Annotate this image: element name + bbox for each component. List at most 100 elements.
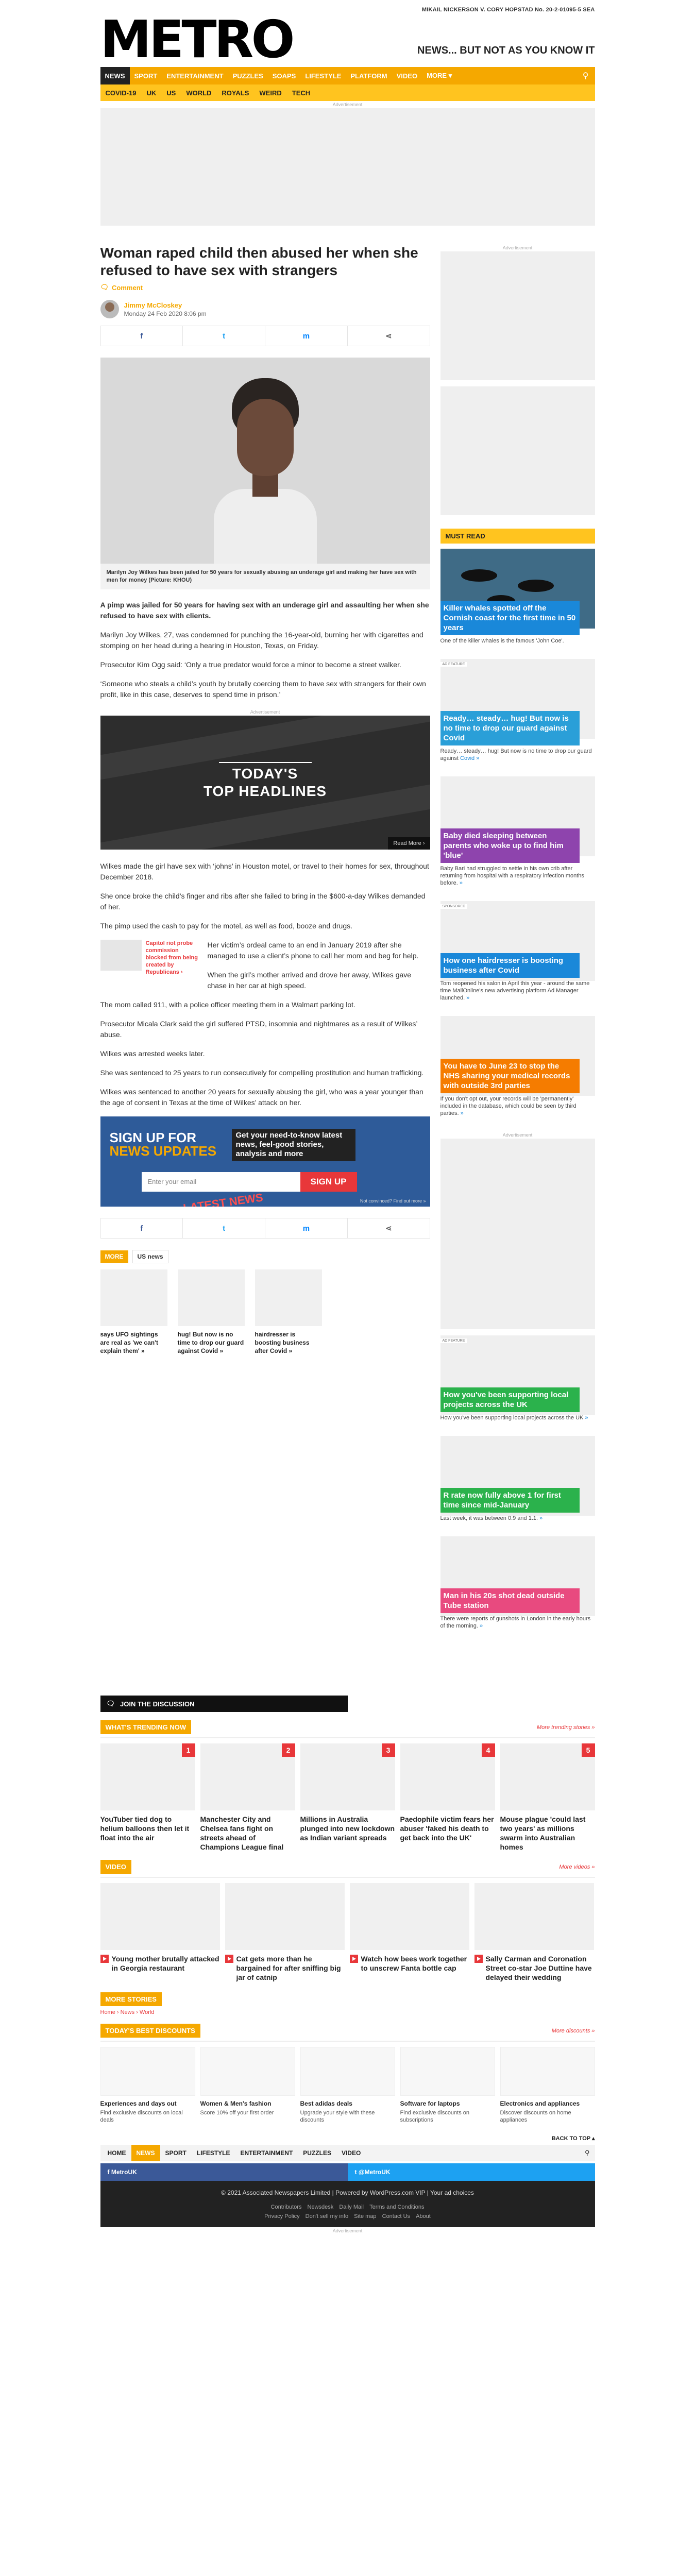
more-card[interactable]: hug! But now is no time to drop our guar…	[177, 1269, 245, 1355]
nav-uk[interactable]: UK	[141, 89, 161, 97]
sidebar-story-headline[interactable]: Killer whales spotted off the Cornish co…	[440, 601, 580, 635]
footer-nav-entertainment[interactable]: ENTERTAINMENT	[235, 2145, 298, 2161]
nav-royals[interactable]: ROYALS	[216, 89, 254, 97]
nav-tech[interactable]: TECH	[287, 89, 315, 97]
leaderboard-ad[interactable]	[100, 108, 595, 226]
footer-link[interactable]: Don't sell my info	[306, 2213, 348, 2219]
share-icon[interactable]: ⋖	[348, 326, 430, 346]
nav-weird[interactable]: WEIRD	[254, 89, 286, 97]
discount-card[interactable]: Women & Men's fashion Score 10% off your …	[200, 2047, 295, 2124]
twitter-share-icon[interactable]: t	[183, 326, 265, 346]
us-news-tag[interactable]: US news	[132, 1250, 168, 1263]
nav-platform[interactable]: PLATFORM	[346, 67, 392, 84]
trending-card[interactable]: 2 Manchester City and Chelsea fans fight …	[200, 1743, 295, 1852]
footer-link[interactable]: Contributors	[271, 2204, 302, 2210]
nav-soaps[interactable]: SOAPS	[268, 67, 301, 84]
must-read-heading: MUST READ	[440, 529, 595, 544]
metro-logo[interactable]: METRO	[100, 14, 295, 65]
messenger-share-icon[interactable]: m	[265, 326, 348, 346]
video-card[interactable]: Young mother brutally attacked in Georgi…	[100, 1883, 220, 1982]
footer-nav-news[interactable]: NEWS	[131, 2145, 160, 2161]
related-link[interactable]: Capitol riot probe commission blocked fr…	[146, 940, 198, 976]
nav-lifestyle[interactable]: LIFESTYLE	[300, 67, 346, 84]
facebook-share-icon[interactable]: f	[101, 326, 183, 346]
facebook-share-icon[interactable]: f	[101, 1218, 183, 1238]
video-card[interactable]: Sally Carman and Coronation Street co-st…	[474, 1883, 594, 1982]
footer-nav-home[interactable]: HOME	[103, 2145, 131, 2161]
discount-card[interactable]: Software for laptops Find exclusive disco…	[400, 2047, 495, 2124]
footer-link[interactable]: Privacy Policy	[264, 2213, 299, 2219]
facebook-follow[interactable]: f MetroUK	[100, 2163, 348, 2181]
twitter-share-icon[interactable]: t	[183, 1218, 265, 1238]
sidebar-story[interactable]: SPONSORED How one hairdresser is boostin…	[440, 901, 595, 1002]
nav-world[interactable]: WORLD	[181, 89, 216, 97]
sidebar-story[interactable]: Killer whales spotted off the Cornish co…	[440, 549, 595, 645]
sidebar-ad[interactable]	[440, 386, 595, 515]
sidebar-story-headline[interactable]: R rate now fully above 1 for first time …	[440, 1488, 580, 1513]
sidebar-story[interactable]: You have to June 23 to stop the NHS shar…	[440, 1016, 595, 1117]
nav-covid[interactable]: COVID-19	[100, 89, 142, 97]
sidebar-ad[interactable]	[440, 251, 595, 380]
footer-link[interactable]: Contact Us	[382, 2213, 410, 2219]
sidebar-story-headline[interactable]: How one hairdresser is boosting business…	[440, 953, 580, 978]
sidebar-story[interactable]: AD FEATURE How you've been supporting lo…	[440, 1335, 595, 1421]
footer-nav-lifestyle[interactable]: LIFESTYLE	[192, 2145, 235, 2161]
more-card[interactable]: says UFO sightings are real as 'we can't…	[100, 1269, 167, 1355]
footer-nav-puzzles[interactable]: PUZZLES	[298, 2145, 336, 2161]
trending-card[interactable]: 1 YouTuber tied dog to helium balloons th…	[100, 1743, 195, 1852]
comment-link[interactable]: 🗨 Comment	[100, 283, 430, 292]
nav-puzzles[interactable]: PUZZLES	[228, 67, 268, 84]
nav-more[interactable]: MORE ▾	[422, 67, 456, 84]
email-input[interactable]: Enter your email	[141, 1172, 300, 1192]
sidebar-story[interactable]: Baby died sleeping between parents who w…	[440, 776, 595, 887]
discount-card[interactable]: Experiences and days out Find exclusive d…	[100, 2047, 195, 2124]
footer-link[interactable]: Daily Mail	[339, 2204, 364, 2210]
signup-button[interactable]: SIGN UP	[300, 1172, 357, 1192]
sidebar-story[interactable]: AD FEATURE Ready… steady… hug! But now i…	[440, 659, 595, 762]
share-icon[interactable]: ⋖	[348, 1218, 430, 1238]
related-pull[interactable]: Capitol riot probe commission blocked fr…	[100, 940, 198, 976]
nav-news[interactable]: NEWS	[100, 67, 130, 84]
sidebar-ad[interactable]	[440, 1139, 595, 1329]
nav-video[interactable]: VIDEO	[392, 67, 422, 84]
sidebar-story-headline[interactable]: Baby died sleeping between parents who w…	[440, 828, 580, 863]
messenger-share-icon[interactable]: m	[265, 1218, 348, 1238]
footer-link[interactable]: Site map	[354, 2213, 376, 2219]
sidebar-story-headline[interactable]: Man in his 20s shot dead outside Tube st…	[440, 1588, 580, 1613]
sidebar-story-headline[interactable]: You have to June 23 to stop the NHS shar…	[440, 1059, 580, 1093]
footer-nav-sport[interactable]: SPORT	[160, 2145, 192, 2161]
video-card[interactable]: Watch how bees work together to unscrew …	[349, 1883, 469, 1982]
footer-link[interactable]: Newsdesk	[308, 2204, 334, 2210]
video-card[interactable]: Cat gets more than he bargained for afte…	[225, 1883, 345, 1982]
back-to-top-link[interactable]: BACK TO TOP ▴	[100, 2135, 595, 2142]
footer-link[interactable]: Terms and Conditions	[369, 2204, 424, 2210]
nav-entertainment[interactable]: ENTERTAINMENT	[162, 67, 228, 84]
sidebar-story-headline[interactable]: Ready… steady… hug! But now is no time t…	[440, 711, 580, 745]
more-discounts-link[interactable]: More discounts »	[552, 2028, 595, 2034]
article-photo[interactable]	[100, 358, 430, 564]
discount-card[interactable]: Electronics and appliances Discover disco…	[500, 2047, 595, 2124]
top-headlines-promo[interactable]: TODAY'S TOP HEADLINES Read More ›	[100, 716, 430, 850]
sidebar-story[interactable]: Man in his 20s shot dead outside Tube st…	[440, 1536, 595, 1630]
nav-sport[interactable]: SPORT	[130, 67, 162, 84]
trending-card[interactable]: 4 Paedophile victim fears her abuser 'fak…	[400, 1743, 495, 1852]
breadcrumb[interactable]: Home › News › World	[100, 2009, 595, 2015]
footer-nav-video[interactable]: VIDEO	[336, 2145, 366, 2161]
footer-link[interactable]: About	[416, 2213, 431, 2219]
more-videos-link[interactable]: More videos »	[559, 1864, 595, 1870]
promo-read-more[interactable]: Read More ›	[388, 837, 430, 850]
search-icon[interactable]: ⚲	[583, 71, 595, 81]
sidebar-story[interactable]: R rate now fully above 1 for first time …	[440, 1436, 595, 1522]
search-icon[interactable]: ⚲	[585, 2149, 595, 2157]
sidebar-story-headline[interactable]: How you've been supporting local project…	[440, 1387, 580, 1412]
join-discussion-bar[interactable]: 🗨 JOIN THE DISCUSSION	[100, 1696, 348, 1712]
author-name[interactable]: Jimmy McCloskey	[124, 301, 207, 309]
more-card[interactable]: hairdresser is boosting business after C…	[255, 1269, 322, 1355]
twitter-follow[interactable]: t @MetroUK	[347, 2163, 595, 2181]
trending-card[interactable]: 5 Mouse plague 'could last two years' as …	[500, 1743, 595, 1852]
nav-us[interactable]: US	[161, 89, 181, 97]
discount-card[interactable]: Best adidas deals Upgrade your style with…	[300, 2047, 395, 2124]
signup-find-out-more[interactable]: Not convinced? Find out more »	[360, 1198, 426, 1204]
trending-card[interactable]: 3 Millions in Australia plunged into new …	[300, 1743, 395, 1852]
more-trending-link[interactable]: More trending stories »	[537, 1724, 595, 1731]
